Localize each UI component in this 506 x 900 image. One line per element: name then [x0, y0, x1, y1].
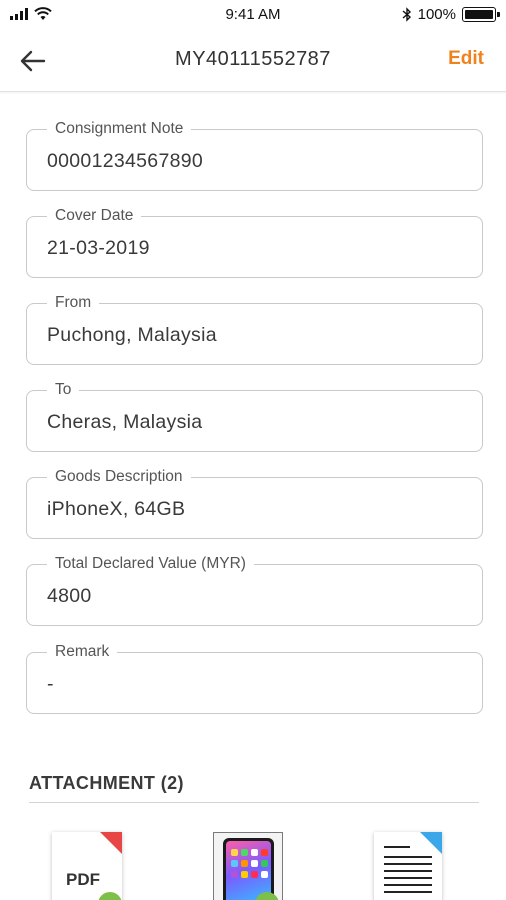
attachment-title: ATTACHMENT (2)	[29, 773, 184, 793]
battery-percent: 100%	[417, 6, 456, 23]
app-icon	[241, 860, 248, 867]
doc-fold-corner	[420, 832, 442, 854]
consignment-note-field[interactable]: Consignment Note 00001234567890	[26, 120, 483, 191]
app-icon	[251, 871, 258, 878]
text-line	[384, 846, 410, 848]
text-line	[384, 870, 432, 872]
attachment-image[interactable]	[213, 830, 283, 900]
app-icon	[251, 849, 258, 856]
field-label: Total Declared Value (MYR)	[47, 555, 254, 573]
app-icon	[241, 849, 248, 856]
nav-header: MY40111552787 Edit	[0, 30, 506, 92]
text-line	[384, 891, 432, 893]
field-value: 21-03-2019	[47, 237, 150, 259]
document-file-icon	[374, 832, 442, 900]
to-field[interactable]: To Cheras, Malaysia	[26, 381, 483, 452]
field-label: Cover Date	[47, 207, 142, 225]
app-icon	[261, 871, 268, 878]
field-value: 4800	[47, 585, 92, 607]
field-label: Consignment Note	[47, 120, 192, 138]
pdf-label: PDF	[66, 870, 100, 889]
field-value: 00001234567890	[47, 150, 204, 172]
app-icon	[231, 860, 238, 867]
from-field[interactable]: From Puchong, Malaysia	[26, 294, 483, 365]
text-line	[384, 863, 432, 865]
edit-button[interactable]: Edit	[448, 48, 484, 70]
pdf-file-icon: PDF	[52, 832, 122, 900]
declared-value-field[interactable]: Total Declared Value (MYR) 4800	[26, 555, 483, 626]
app-icon	[241, 871, 248, 878]
cover-date-field[interactable]: Cover Date 21-03-2019	[26, 207, 483, 278]
status-bar: 9:41 AM 100%	[0, 0, 506, 30]
app-icon	[261, 849, 268, 856]
app-icon	[261, 860, 268, 867]
text-line	[384, 856, 432, 858]
pdf-fold-corner	[100, 832, 122, 854]
field-value: iPhoneX, 64GB	[47, 498, 186, 520]
app-icon	[231, 871, 238, 878]
field-value: Cheras, Malaysia	[47, 411, 203, 433]
remark-field[interactable]: Remark -	[26, 643, 483, 714]
app-icon	[231, 849, 238, 856]
field-label: Remark	[47, 643, 118, 661]
attachment-pdf[interactable]: PDF	[52, 830, 132, 900]
text-line	[384, 884, 432, 886]
goods-description-field[interactable]: Goods Description iPhoneX, 64GB	[26, 468, 483, 539]
field-label: Goods Description	[47, 468, 191, 486]
field-label: From	[47, 294, 100, 312]
phone-image-thumbnail	[213, 832, 283, 900]
attachment-divider	[29, 802, 479, 803]
page-title: MY40111552787	[175, 48, 331, 70]
field-value: Puchong, Malaysia	[47, 324, 217, 346]
attachment-document[interactable]	[374, 830, 444, 900]
battery-icon	[462, 7, 500, 22]
field-value: -	[47, 673, 54, 695]
phone-body	[223, 838, 274, 900]
text-line	[384, 877, 432, 879]
bluetooth-icon	[402, 7, 411, 22]
field-label: To	[47, 381, 80, 399]
status-right: 100%	[402, 6, 500, 23]
app-icon	[251, 860, 258, 867]
